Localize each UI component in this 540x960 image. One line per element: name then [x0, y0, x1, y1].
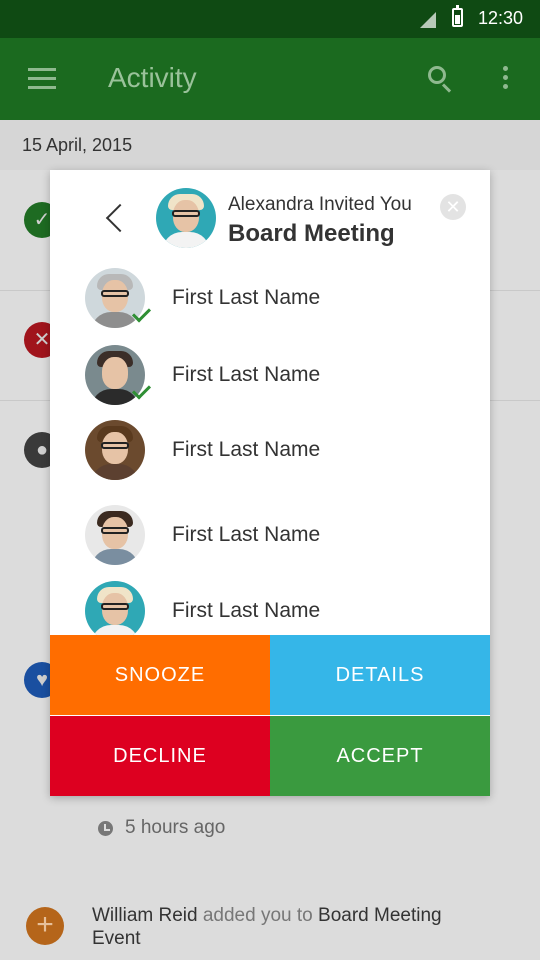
avatar: [85, 505, 145, 565]
attendee-row[interactable]: First Last Name: [85, 420, 465, 482]
status-bar: 12:30: [0, 0, 540, 38]
accepted-check-icon: [129, 306, 151, 328]
menu-icon[interactable]: [28, 68, 56, 89]
feed-action: added you to: [202, 905, 313, 926]
attendee-name: First Last Name: [172, 363, 321, 386]
host-avatar: [156, 188, 216, 248]
page-title: Activity: [108, 62, 197, 93]
date-header: 15 April, 2015: [0, 120, 540, 170]
app-bar: Activity: [0, 38, 540, 120]
decline-button[interactable]: DECLINE: [50, 716, 270, 796]
date-label: 15 April, 2015: [22, 135, 133, 155]
avatar: [85, 581, 145, 641]
more-options-icon[interactable]: [503, 66, 509, 92]
attendee-name: First Last Name: [172, 438, 321, 461]
feed-actor: William Reid: [92, 905, 198, 926]
snooze-button[interactable]: SNOOZE: [50, 635, 270, 715]
invite-dialog: Alexandra Invited You Board Meeting ✕ Fi…: [50, 170, 490, 796]
close-icon[interactable]: ✕: [440, 194, 466, 220]
attendee-name: First Last Name: [172, 599, 321, 622]
attendee-row[interactable]: First Last Name: [85, 268, 465, 330]
avatar: [85, 420, 145, 480]
feed-item-text[interactable]: William Reid added you to Board Meeting …: [92, 904, 492, 950]
accept-button[interactable]: ACCEPT: [270, 716, 490, 796]
inviter-text: Alexandra Invited You: [228, 194, 412, 215]
signal-icon: [420, 12, 436, 28]
attendee-name: First Last Name: [172, 286, 321, 309]
search-icon[interactable]: [428, 66, 454, 93]
back-icon[interactable]: [100, 202, 124, 236]
status-time: 12:30: [478, 8, 524, 28]
clock-icon: [98, 821, 113, 836]
battery-icon: [452, 5, 463, 27]
plus-icon: +: [26, 907, 64, 945]
attendee-row[interactable]: First Last Name: [85, 505, 465, 567]
attendee-row[interactable]: First Last Name: [85, 345, 465, 407]
attendee-name: First Last Name: [172, 523, 321, 546]
event-title: Board Meeting: [228, 220, 395, 247]
accepted-check-icon: [129, 383, 151, 405]
time-ago-label: 5 hours ago: [125, 817, 226, 838]
attendee-row[interactable]: First Last Name: [85, 581, 465, 643]
time-ago: 5 hours ago: [98, 817, 225, 839]
details-button[interactable]: DETAILS: [270, 635, 490, 715]
